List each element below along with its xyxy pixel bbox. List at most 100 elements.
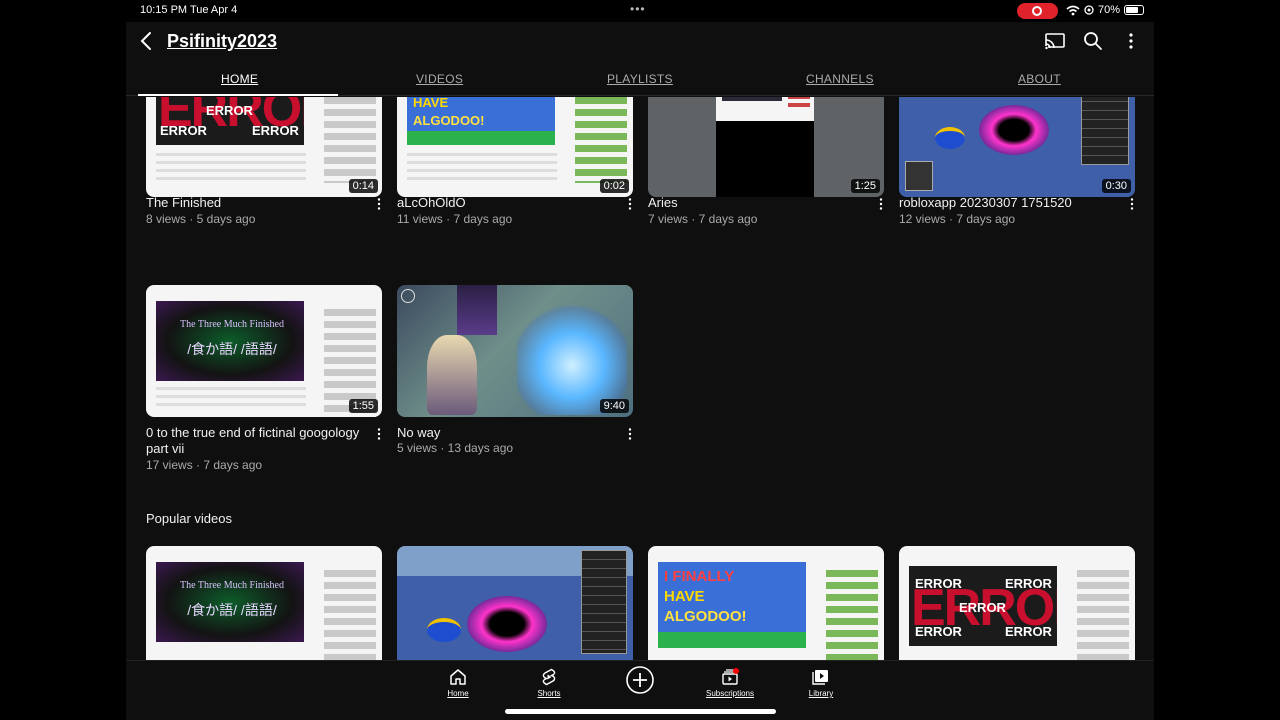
algodoo-text: ALGODOO! <box>413 113 485 128</box>
duration-badge: 0:14 <box>348 179 378 193</box>
video-title[interactable]: robloxapp 20230307 1751520 <box>899 195 1114 211</box>
roblox-portal-art <box>979 105 1049 155</box>
video-title[interactable]: 0 to the true end of fictinal googology … <box>146 425 361 457</box>
video-thumbnail[interactable]: 0:30 <box>899 97 1135 197</box>
video-card[interactable]: The Finished 8 views · 5 days ago <box>146 195 382 235</box>
video-meta: 5 views · 13 days ago <box>397 441 514 455</box>
video-card[interactable]: Aries 7 views · 7 days ago <box>648 195 884 235</box>
video-thumbnail[interactable]: 9:40 <box>397 285 633 417</box>
game-hud-art <box>401 289 415 303</box>
video-card[interactable]: The Three Much Finished /食か語/ /語語/ 1:55 … <box>146 285 382 475</box>
roblox-open-art <box>905 161 933 191</box>
more-vertical-icon[interactable] <box>1129 198 1135 210</box>
nav-item-create[interactable] <box>610 665 670 695</box>
active-tab-indicator <box>138 94 338 96</box>
video-thumbnail[interactable]: I FINALLY HAVE ALGODOO! 0:02 <box>397 97 633 197</box>
finally-text: I FINALLY <box>664 568 735 585</box>
googology-art: The Three Much Finished /食か語/ /語語/ <box>156 562 304 642</box>
more-vertical-icon[interactable] <box>627 428 633 440</box>
nav-item-library[interactable]: Library <box>791 667 851 698</box>
video-card[interactable]: robloxapp 20230307 1751520 12 views · 7 … <box>899 195 1135 235</box>
more-vertical-icon[interactable] <box>376 198 382 210</box>
video-thumbnail[interactable]: ERROR ERROR ERROR ERROR 0:14 <box>146 97 382 197</box>
video-title[interactable]: No way <box>397 425 612 441</box>
video-title[interactable]: Aries <box>648 195 863 211</box>
library-icon <box>812 670 828 685</box>
video-card[interactable]: aLcOhOldO 11 views · 7 days ago <box>397 195 633 235</box>
sidebar-list-art <box>1077 570 1129 660</box>
algodoo-text: ALGODOO! <box>664 608 747 625</box>
shorts-icon <box>542 668 556 686</box>
roblox-panel-art <box>581 550 627 654</box>
video-card[interactable]: 9:40 No way 5 views · 13 days ago <box>397 285 633 475</box>
nav-item-subscriptions[interactable]: Subscriptions <box>700 667 760 698</box>
sidebar-list-art <box>826 570 878 660</box>
tab-home[interactable]: HOME <box>221 72 258 86</box>
googology-glyph-art: /食か語/ /語語/ <box>187 602 277 618</box>
error-small-text: ERROR <box>252 123 299 138</box>
video-meta: 7 views · 7 days ago <box>648 212 758 226</box>
tab-videos[interactable]: VIDEOS <box>416 72 463 86</box>
video-thumbnail[interactable]: I FINALLY HAVE ALGODOO! <box>648 546 884 660</box>
nav-item-home[interactable]: Home <box>428 667 488 698</box>
location-lock-icon <box>1084 5 1094 15</box>
error-small-text: ERROR <box>160 123 207 138</box>
video-thumbnail[interactable]: The Three Much Finished /食か語/ /語語/ 1:55 <box>146 285 382 417</box>
home-indicator[interactable] <box>505 709 776 714</box>
nav-label: Home <box>447 689 469 698</box>
chevron-left-icon[interactable] <box>136 30 158 52</box>
more-vertical-icon[interactable] <box>878 198 884 210</box>
multitasking-dots-icon[interactable]: ••• <box>630 2 646 16</box>
battery-percent: 70% <box>1098 4 1121 16</box>
video-meta: 8 views · 5 days ago <box>146 212 256 226</box>
more-vertical-icon[interactable] <box>376 428 382 440</box>
video-meta: 12 views · 7 days ago <box>899 212 1016 226</box>
error-small-text: ERROR <box>959 600 1006 615</box>
more-vertical-icon[interactable] <box>1120 30 1142 52</box>
aries-screen-art <box>716 97 814 121</box>
screen-recording-icon[interactable] <box>1017 3 1058 19</box>
have-text: HAVE <box>413 97 449 110</box>
algodoo-art: I FINALLY HAVE ALGODOO! <box>658 562 806 648</box>
error-small-text: ERROR <box>1005 576 1052 591</box>
duration-badge: 1:55 <box>348 399 378 413</box>
aries-video-art <box>722 97 782 101</box>
nav-label: Shorts <box>537 689 561 698</box>
googology-glyph-art: /食か語/ /語語/ <box>187 341 277 357</box>
tab-about[interactable]: ABOUT <box>1018 72 1061 86</box>
video-thumbnail[interactable]: 1:25 <box>648 97 884 197</box>
search-icon[interactable] <box>1082 30 1104 52</box>
nav-label: Library <box>808 689 834 698</box>
roblox-panel-art <box>1081 97 1129 165</box>
video-title[interactable]: The Finished <box>146 195 361 211</box>
wifi-icon <box>1066 5 1080 15</box>
subscriptions-icon <box>722 668 739 685</box>
duration-badge: 0:30 <box>1101 179 1131 193</box>
duration-badge: 1:25 <box>850 179 880 193</box>
nav-item-shorts[interactable]: Shorts <box>519 667 579 698</box>
channel-title[interactable]: Psifinity2023 <box>167 31 277 52</box>
popular-row: The Three Much Finished /食か語/ /語語/ I FIN… <box>126 546 1154 660</box>
error-small-text: ERROR <box>915 576 962 591</box>
section-title-popular: Popular videos <box>146 511 232 526</box>
have-text: HAVE <box>664 588 705 605</box>
sidebar-list-art <box>324 570 376 660</box>
tab-channels[interactable]: CHANNELS <box>806 72 874 86</box>
video-meta: 11 views · 7 days ago <box>397 212 513 226</box>
googology-title-art: The Three Much Finished <box>180 580 284 591</box>
ground-art <box>658 632 806 648</box>
cast-icon[interactable] <box>1044 30 1066 52</box>
duration-badge: 0:02 <box>599 179 629 193</box>
video-title[interactable]: aLcOhOldO <box>397 195 612 211</box>
status-time: 10:15 PM Tue Apr 4 <box>140 4 238 16</box>
aries-list-art <box>788 97 810 111</box>
video-thumbnail[interactable]: ERROR ERROR ERROR ERROR ERROR ERROR <box>899 546 1135 660</box>
error-small-text: ERROR <box>915 624 962 639</box>
tab-playlists[interactable]: PLAYLISTS <box>607 72 673 86</box>
error-art: ERROR ERROR ERROR ERROR ERROR ERROR <box>909 566 1057 646</box>
video-thumbnail[interactable]: The Three Much Finished /食か語/ /語語/ <box>146 546 382 660</box>
sidebar-list-art <box>575 97 627 183</box>
character-art <box>427 335 477 415</box>
more-vertical-icon[interactable] <box>627 198 633 210</box>
video-thumbnail[interactable] <box>397 546 633 660</box>
